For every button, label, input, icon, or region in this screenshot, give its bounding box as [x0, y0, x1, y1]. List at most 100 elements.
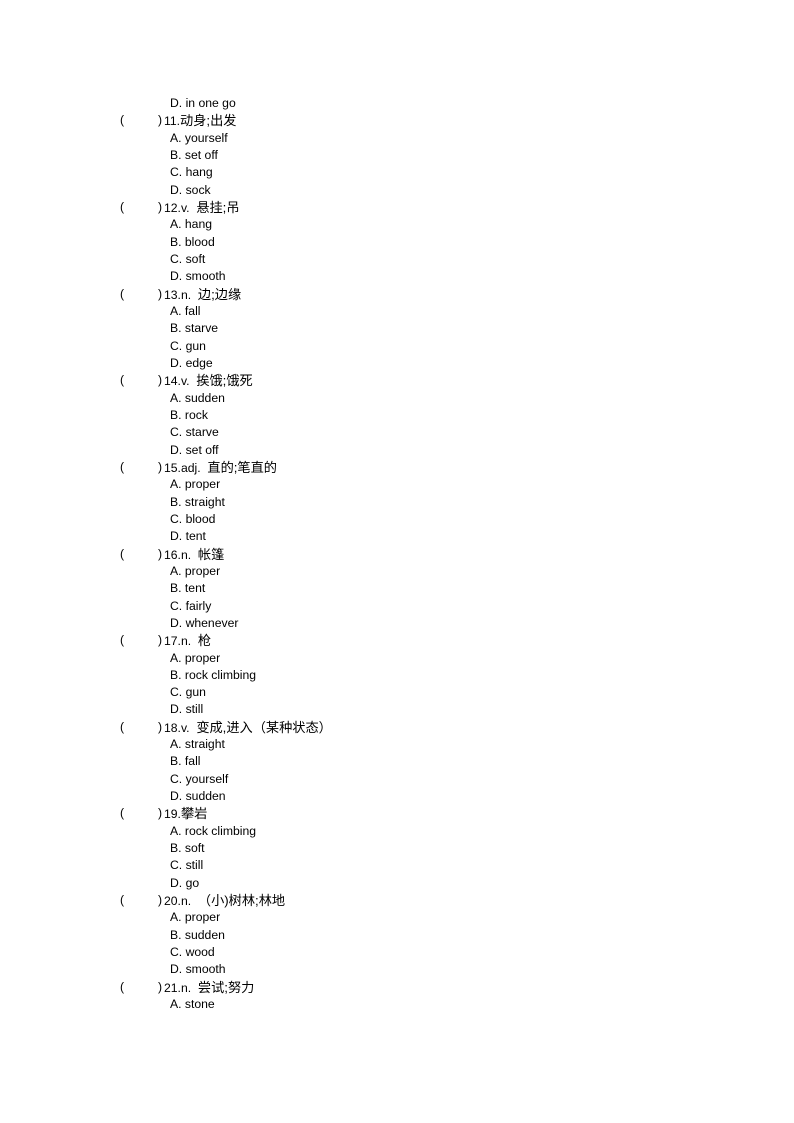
question-prompt-chinese: 挨饿;饿死 [196, 373, 253, 389]
option-row[interactable]: D. edge [0, 355, 794, 372]
question-list: () 11.动身;出发 A. yourself B. set off C. hang D.… [0, 112, 794, 1013]
option-row[interactable]: B. rock [0, 407, 794, 424]
question-prompt-chinese: 枪 [197, 633, 212, 649]
answer-blank-paren-close[interactable]: ) [158, 112, 162, 129]
question-row: () 16.n. 帐篷 [0, 546, 794, 563]
option-row[interactable]: A. rock climbing [0, 823, 794, 840]
question-number: 14. [164, 374, 181, 389]
option-row[interactable]: B. straight [0, 494, 794, 511]
answer-blank-paren-open[interactable]: ( [120, 112, 124, 129]
question-text: 18.v. 变成,进入（某种状态） [164, 719, 332, 737]
part-of-speech: n. [180, 547, 192, 562]
question-text: 21.n. 尝试;努力 [164, 979, 254, 997]
question-number: 20. [164, 894, 181, 909]
answer-blank-paren-close[interactable]: ) [158, 979, 162, 996]
option-row[interactable]: A. proper [0, 650, 794, 667]
option-row[interactable]: D. sudden [0, 788, 794, 805]
option-row[interactable]: C. hang [0, 164, 794, 181]
option-row[interactable]: A. hang [0, 216, 794, 233]
answer-blank-paren-open[interactable]: ( [120, 892, 124, 909]
question-text: 20.n. （小)树林;林地 [164, 892, 285, 910]
part-of-speech: adj. [180, 460, 201, 475]
option-row[interactable]: C. starve [0, 424, 794, 441]
answer-blank-paren-open[interactable]: ( [120, 805, 124, 822]
worksheet-content: D. in one go () 11.动身;出发 A. yourself B. set… [0, 95, 794, 1013]
part-of-speech: n. [180, 980, 192, 995]
question-row: () 15.adj. 直的;笔直的 [0, 459, 794, 476]
option-row[interactable]: B. fall [0, 753, 794, 770]
option-row[interactable]: C. wood [0, 944, 794, 961]
question-row: () 13.n. 边;边缘 [0, 286, 794, 303]
option-row[interactable]: B. sudden [0, 927, 794, 944]
part-of-speech: v. [180, 200, 190, 215]
option-row[interactable]: C. blood [0, 511, 794, 528]
question-text: 12.v. 悬挂;吊 [164, 199, 240, 217]
option-row[interactable]: A. sudden [0, 390, 794, 407]
answer-blank-paren-close[interactable]: ) [158, 372, 162, 389]
option-row[interactable]: A. yourself [0, 130, 794, 147]
option-row[interactable]: D. smooth [0, 268, 794, 285]
option-row[interactable]: B. rock climbing [0, 667, 794, 684]
question-number: 19. [164, 807, 181, 822]
option-row[interactable]: C. soft [0, 251, 794, 268]
option-row[interactable]: C. gun [0, 684, 794, 701]
answer-blank-paren-open[interactable]: ( [120, 719, 124, 736]
answer-blank-paren-open[interactable]: ( [120, 979, 124, 996]
question-prompt-chinese: 变成,进入（某种状态） [196, 719, 332, 735]
answer-blank-paren-open[interactable]: ( [120, 632, 124, 649]
option-row[interactable]: D. set off [0, 442, 794, 459]
question-row: () 18.v. 变成,进入（某种状态） [0, 719, 794, 736]
option-row[interactable]: B. tent [0, 580, 794, 597]
question-number: 13. [164, 287, 181, 302]
question-text: 14.v. 挨饿;饿死 [164, 372, 253, 390]
option-row[interactable]: C. yourself [0, 771, 794, 788]
question-prompt-chinese: 帐篷 [197, 546, 225, 562]
question-text: 15.adj. 直的;笔直的 [164, 459, 277, 477]
option-row[interactable]: A. stone [0, 996, 794, 1013]
question-number: 18. [164, 720, 181, 735]
option-row[interactable]: B. soft [0, 840, 794, 857]
question-number: 21. [164, 980, 181, 995]
option-row[interactable]: B. starve [0, 320, 794, 337]
option-row[interactable]: D. sock [0, 182, 794, 199]
answer-blank-paren-close[interactable]: ) [158, 632, 162, 649]
question-prompt-chinese: 直的;笔直的 [207, 459, 277, 475]
option-row[interactable]: A. fall [0, 303, 794, 320]
option-row[interactable]: A. straight [0, 736, 794, 753]
option-row[interactable]: C. fairly [0, 598, 794, 615]
answer-blank-paren-close[interactable]: ) [158, 286, 162, 303]
question-row: () 21.n. 尝试;努力 [0, 979, 794, 996]
document-page: D. in one go () 11.动身;出发 A. yourself B. set… [0, 0, 794, 1123]
question-prompt-chinese: 悬挂;吊 [196, 199, 240, 215]
option-row[interactable]: D. still [0, 701, 794, 718]
answer-blank-paren-open[interactable]: ( [120, 546, 124, 563]
answer-blank-paren-close[interactable]: ) [158, 459, 162, 476]
option-row[interactable]: D. whenever [0, 615, 794, 632]
part-of-speech: n. [180, 634, 192, 649]
answer-blank-paren-close[interactable]: ) [158, 805, 162, 822]
answer-blank-paren-open[interactable]: ( [120, 372, 124, 389]
answer-blank-paren-close[interactable]: ) [158, 199, 162, 216]
answer-blank-paren-close[interactable]: ) [158, 546, 162, 563]
answer-blank-paren-open[interactable]: ( [120, 286, 124, 303]
question-prompt-chinese: （小)树林;林地 [197, 893, 286, 909]
answer-blank-paren-open[interactable]: ( [120, 199, 124, 216]
option-row[interactable]: A. proper [0, 563, 794, 580]
question-number: 11. [164, 114, 181, 129]
option-row[interactable]: A. proper [0, 909, 794, 926]
question-text: 17.n. 枪 [164, 632, 211, 650]
option-row[interactable]: C. still [0, 857, 794, 874]
question-prompt-chinese: 攀岩 [180, 806, 208, 822]
answer-blank-paren-close[interactable]: ) [158, 719, 162, 736]
question-row: () 11.动身;出发 [0, 112, 794, 129]
option-row[interactable]: B. set off [0, 147, 794, 164]
answer-blank-paren-open[interactable]: ( [120, 459, 124, 476]
option-row[interactable]: D. smooth [0, 961, 794, 978]
option-row[interactable]: D. go [0, 875, 794, 892]
question-text: 16.n. 帐篷 [164, 546, 224, 564]
answer-blank-paren-close[interactable]: ) [158, 892, 162, 909]
option-row[interactable]: B. blood [0, 234, 794, 251]
option-row[interactable]: C. gun [0, 338, 794, 355]
option-row[interactable]: D. tent [0, 528, 794, 545]
option-row[interactable]: A. proper [0, 476, 794, 493]
